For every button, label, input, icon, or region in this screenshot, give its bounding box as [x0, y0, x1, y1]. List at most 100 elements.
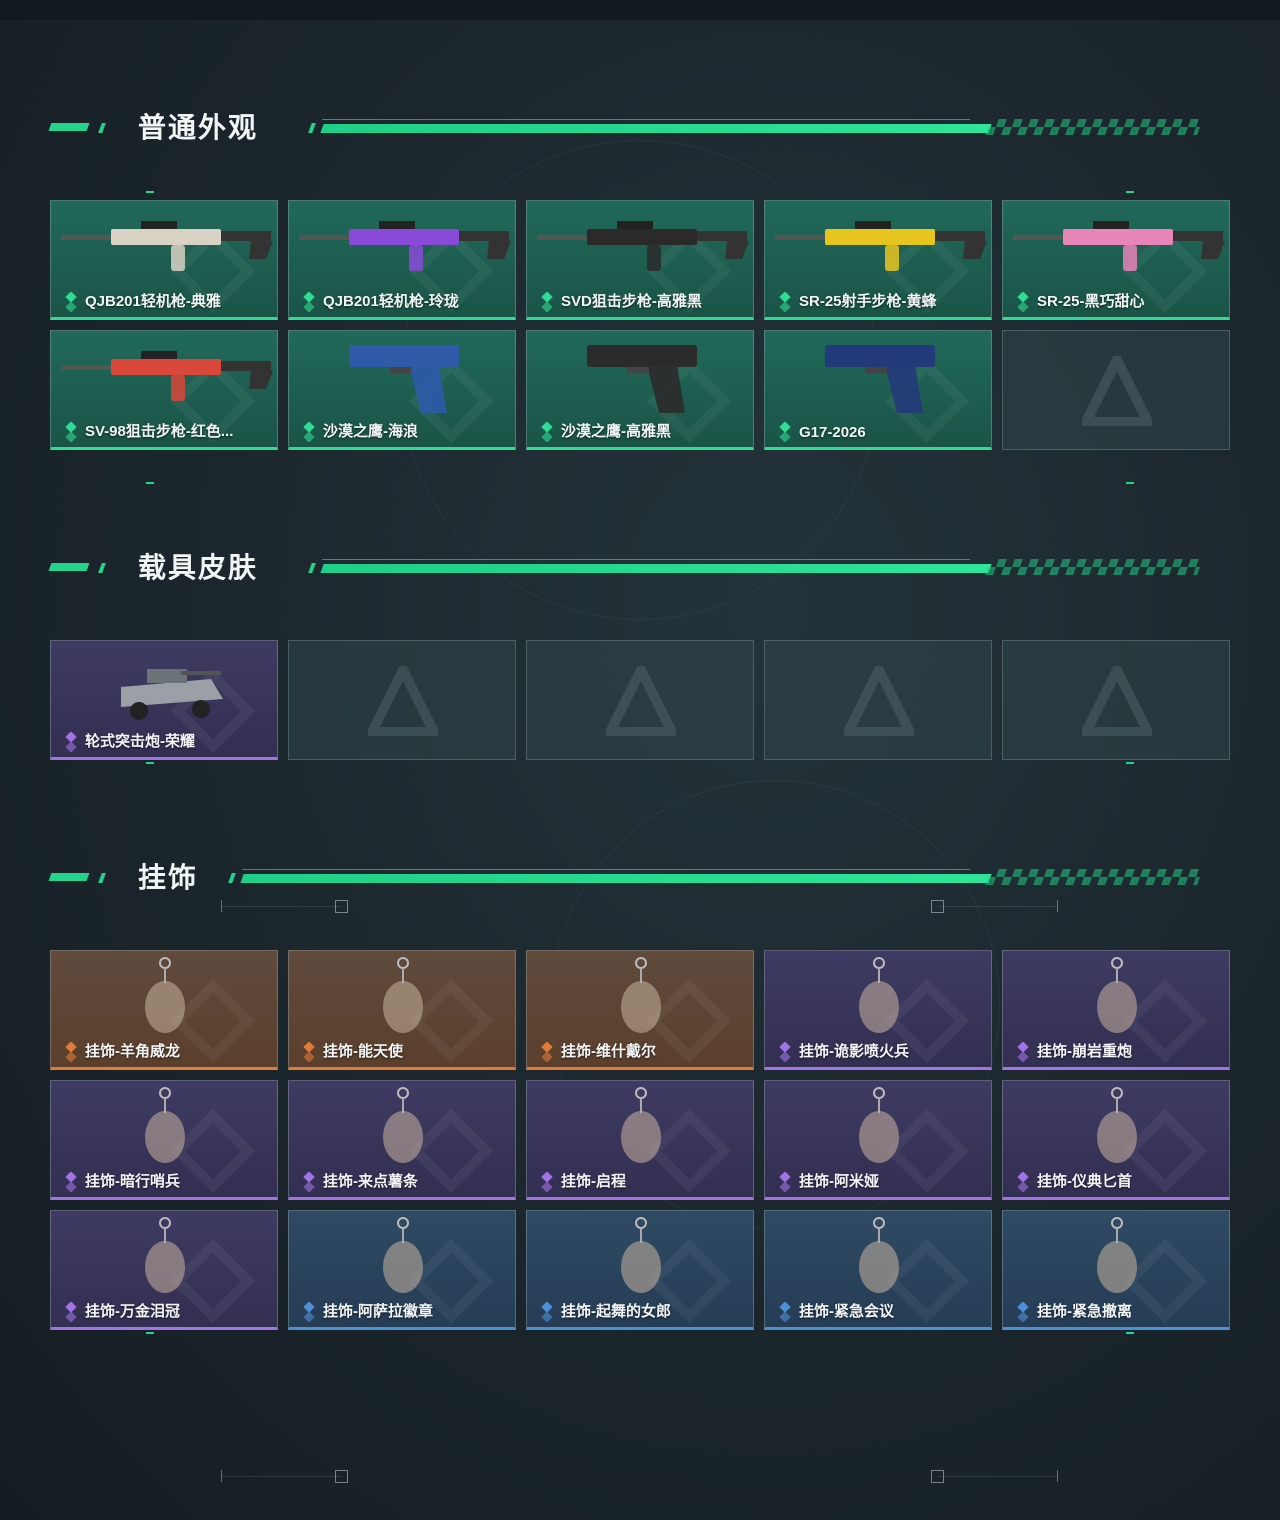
charm-icon — [1003, 1081, 1229, 1171]
empty-slot — [1002, 330, 1230, 450]
item-card[interactable]: G17-2026 — [764, 330, 992, 450]
background-square — [931, 1470, 944, 1483]
item-name: 挂饰-诡影喷火兵 — [799, 1043, 909, 1060]
header-divider-slash — [308, 563, 316, 573]
header-accent-slash — [98, 563, 106, 573]
item-card[interactable]: SR-25-黑巧甜心 — [1002, 200, 1230, 320]
charm-icon — [289, 951, 515, 1041]
sniper-rifle-icon — [527, 201, 753, 291]
background-tick — [1057, 900, 1058, 912]
background-square — [931, 900, 944, 913]
rarity-diamond-icon — [539, 1171, 555, 1193]
charm-icon — [527, 1211, 753, 1301]
empty-slot-logo-icon — [601, 658, 681, 737]
charm-icon — [51, 1211, 277, 1301]
background-square — [335, 900, 348, 913]
background-tick — [221, 1470, 222, 1482]
item-name: 挂饰-阿萨拉徽章 — [323, 1303, 433, 1320]
item-card[interactable]: 沙漠之鹰-海浪 — [288, 330, 516, 450]
section-header-skins: 普通外观 — [48, 113, 1203, 143]
item-name: 挂饰-来点薯条 — [323, 1173, 418, 1190]
item-card[interactable]: 挂饰-来点薯条 — [288, 1080, 516, 1200]
item-card[interactable]: 挂饰-暗行哨兵 — [50, 1080, 278, 1200]
item-card[interactable]: 挂饰-仪典匕首 — [1002, 1080, 1230, 1200]
charm-icon — [289, 1081, 515, 1171]
pistol-icon — [289, 331, 515, 421]
charm-icon — [765, 1081, 991, 1171]
header-divider-thin — [322, 559, 970, 560]
background-tick — [221, 900, 222, 912]
item-name: 挂饰-羊角威龙 — [85, 1043, 180, 1060]
top-band — [0, 0, 1280, 20]
charm-icon — [527, 1081, 753, 1171]
charm-icon — [1003, 1211, 1229, 1301]
header-divider-slash — [308, 123, 316, 133]
empty-slot-logo-icon — [1077, 658, 1157, 737]
item-card[interactable]: 挂饰-诡影喷火兵 — [764, 950, 992, 1070]
rarity-diamond-icon — [301, 1041, 317, 1063]
item-card[interactable]: 挂饰-启程 — [526, 1080, 754, 1200]
charm-icon — [51, 951, 277, 1041]
item-card[interactable]: 挂饰-维什戴尔 — [526, 950, 754, 1070]
item-card[interactable]: 挂饰-羊角威龙 — [50, 950, 278, 1070]
grid-corner-mark — [146, 762, 154, 764]
grid-corner-mark — [146, 482, 154, 484]
charm-icon — [765, 1211, 991, 1301]
background-line — [938, 906, 1058, 907]
item-card[interactable]: 挂饰-崩岩重炮 — [1002, 950, 1230, 1070]
item-name: 挂饰-能天使 — [323, 1043, 403, 1060]
item-name: 挂饰-启程 — [561, 1173, 626, 1190]
item-card[interactable]: 轮式突击炮-荣耀 — [50, 640, 278, 760]
rarity-diamond-icon — [63, 291, 79, 313]
background-line — [222, 906, 342, 907]
item-name: 挂饰-万金泪冠 — [85, 1303, 180, 1320]
empty-slot — [526, 640, 754, 760]
charm-icon — [289, 1211, 515, 1301]
item-name: 挂饰-崩岩重炮 — [1037, 1043, 1132, 1060]
rarity-diamond-icon — [777, 291, 793, 313]
rarity-diamond-icon — [301, 1301, 317, 1323]
item-card[interactable]: 沙漠之鹰-高雅黑 — [526, 330, 754, 450]
header-accent-slash — [98, 123, 106, 133]
item-card[interactable]: 挂饰-万金泪冠 — [50, 1210, 278, 1330]
header-divider — [228, 863, 1203, 893]
item-card[interactable]: QJB201轻机枪-典雅 — [50, 200, 278, 320]
rarity-diamond-icon — [539, 421, 555, 443]
item-card[interactable]: 挂饰-阿米娅 — [764, 1080, 992, 1200]
empty-slot-logo-icon — [1077, 348, 1157, 427]
item-name: G17-2026 — [799, 424, 866, 441]
grid-corner-mark — [146, 191, 154, 193]
section-header-vehicles: 载具皮肤 — [48, 552, 1203, 583]
item-card[interactable]: 挂饰-能天使 — [288, 950, 516, 1070]
section-header-charms: 挂饰 — [48, 863, 1203, 893]
section-title: 载具皮肤 — [138, 552, 259, 583]
item-name: 沙漠之鹰-海浪 — [323, 423, 418, 440]
item-name: 挂饰-紧急会议 — [799, 1303, 894, 1320]
header-divider-bar — [320, 564, 992, 573]
item-card[interactable]: QJB201轻机枪-玲珑 — [288, 200, 516, 320]
empty-slot-logo-icon — [839, 658, 919, 737]
item-card[interactable]: SR-25射手步枪-黄蜂 — [764, 200, 992, 320]
item-name: SVD狙击步枪-高雅黑 — [561, 293, 702, 310]
grid-corner-mark — [1126, 1332, 1134, 1334]
item-card[interactable]: SVD狙击步枪-高雅黑 — [526, 200, 754, 320]
item-card[interactable]: 挂饰-紧急会议 — [764, 1210, 992, 1330]
header-checker-pattern — [985, 119, 1203, 135]
rarity-diamond-icon — [63, 731, 79, 753]
item-name: 挂饰-仪典匕首 — [1037, 1173, 1132, 1190]
rarity-diamond-icon — [1015, 1041, 1031, 1063]
rarity-diamond-icon — [539, 1041, 555, 1063]
item-card[interactable]: 挂饰-起舞的女郎 — [526, 1210, 754, 1330]
charms-grid: 挂饰-羊角威龙 挂饰-能天使 挂饰-维什戴尔 挂饰-诡影喷火兵 挂饰-崩岩重炮挂饰-暗行… — [50, 950, 1230, 1330]
item-card[interactable]: 挂饰-紧急撤离 — [1002, 1210, 1230, 1330]
empty-slot — [1002, 640, 1230, 760]
charm-icon — [51, 1081, 277, 1171]
background-square — [335, 1470, 348, 1483]
item-card[interactable]: SV-98狙击步枪-红色... — [50, 330, 278, 450]
empty-slot-logo-icon — [363, 658, 443, 737]
grid-corner-mark — [1126, 482, 1134, 484]
rarity-diamond-icon — [539, 1301, 555, 1323]
grid-corner-mark — [1126, 191, 1134, 193]
item-card[interactable]: 挂饰-阿萨拉徽章 — [288, 1210, 516, 1330]
grid-corner-mark — [1126, 762, 1134, 764]
